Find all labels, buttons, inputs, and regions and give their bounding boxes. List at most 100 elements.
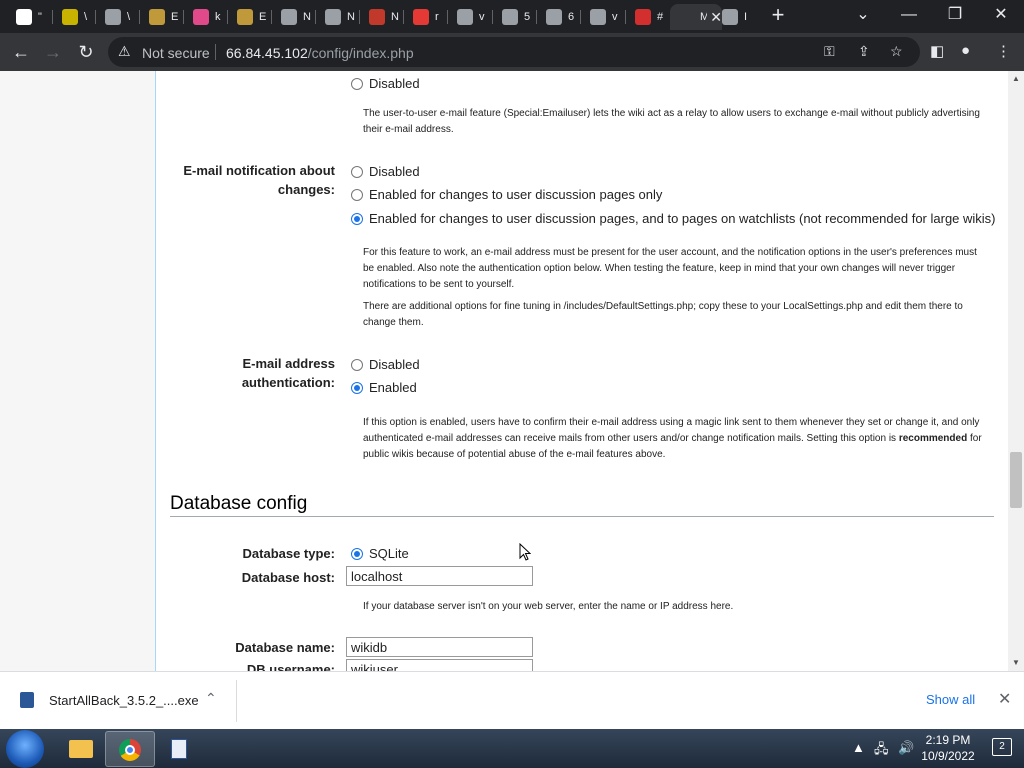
browser-tab[interactable]: r xyxy=(405,4,451,30)
email-notification-radio-1[interactable]: Enabled for changes to user discussion p… xyxy=(351,187,662,202)
scroll-up-arrow-icon[interactable]: ▲ xyxy=(1012,74,1020,83)
radio-button[interactable] xyxy=(351,77,363,90)
email-auth-radio-0[interactable]: Disabled xyxy=(351,357,420,372)
browser-tab[interactable]: 6 xyxy=(538,4,584,30)
tab-title: # xyxy=(657,11,664,23)
database-name-input[interactable] xyxy=(346,637,533,657)
browser-tab[interactable]: E xyxy=(229,4,275,30)
notification-count: 2 xyxy=(999,741,1005,752)
scroll-down-arrow-icon[interactable]: ▼ xyxy=(1012,658,1020,667)
user-email-help: The user-to-user e-mail feature (Special… xyxy=(363,108,980,135)
email-notification-radio-0[interactable]: Disabled xyxy=(351,164,420,179)
radio-button[interactable] xyxy=(351,165,363,178)
browser-tab[interactable]: \ xyxy=(54,4,100,30)
browser-tab[interactable]: E xyxy=(141,4,187,30)
database-host-label: Database host: xyxy=(241,570,335,585)
tab-favicon-icon xyxy=(193,9,209,25)
tab-title: E xyxy=(171,11,179,23)
tab-separator xyxy=(52,10,53,24)
back-button[interactable]: ← xyxy=(8,39,34,65)
tab-favicon-icon xyxy=(325,9,341,25)
volume-icon[interactable]: 🔊 xyxy=(898,740,914,756)
tab-separator xyxy=(227,10,228,24)
notification-help-extra: There are additional options for fine tu… xyxy=(363,301,963,328)
bookmark-star-icon[interactable]: ☆ xyxy=(890,43,903,60)
tab-favicon-icon xyxy=(590,9,606,25)
key-icon[interactable]: ⚿ xyxy=(824,43,835,60)
tab-title: r xyxy=(435,11,439,23)
browser-tab[interactable]: 5 xyxy=(494,4,540,30)
chevron-up-icon[interactable]: ⌃ xyxy=(205,690,217,707)
browser-tab[interactable]: N xyxy=(273,4,319,30)
browser-tab[interactable]: \ xyxy=(97,4,143,30)
browser-tab[interactable]: N xyxy=(317,4,363,30)
radio-label: Disabled xyxy=(369,76,420,91)
tab-title: 6 xyxy=(568,11,575,23)
minimize-button[interactable]: — xyxy=(886,0,932,32)
windows-taskbar: ▲ 🖧 🔊 2:19 PM 10/9/2022 2 xyxy=(0,729,1024,768)
radio-label: Enabled xyxy=(369,380,417,395)
network-icon[interactable]: 🖧 xyxy=(874,740,889,762)
side-panel-icon[interactable]: ◧ xyxy=(930,42,944,60)
profile-icon[interactable]: ● xyxy=(961,42,970,59)
address-divider xyxy=(215,44,216,60)
radio-button[interactable] xyxy=(351,212,363,225)
tab-title: I xyxy=(744,11,748,23)
not-secure-label[interactable]: Not secure xyxy=(142,45,210,61)
browser-tab[interactable]: " xyxy=(8,4,54,30)
tab-separator xyxy=(536,10,537,24)
browser-tab[interactable]: N xyxy=(361,4,407,30)
database-host-input[interactable] xyxy=(346,566,533,586)
radio-button[interactable] xyxy=(351,547,363,560)
email-notification-radio-2[interactable]: Enabled for changes to user discussion p… xyxy=(351,211,996,226)
reload-button[interactable]: ↻ xyxy=(73,39,99,65)
tab-title: N xyxy=(347,11,355,23)
restore-button[interactable]: ❐ xyxy=(932,0,978,32)
share-icon[interactable]: ⇪ xyxy=(858,43,870,60)
tab-title: N xyxy=(303,11,311,23)
tab-favicon-icon xyxy=(237,9,253,25)
tab-search-button[interactable]: ⌄ xyxy=(840,0,886,32)
chrome-taskbar-icon[interactable] xyxy=(105,731,155,767)
url-text[interactable]: 66.84.45.102/config/index.php xyxy=(226,45,414,61)
download-filename[interactable]: StartAllBack_3.5.2_....exe xyxy=(49,693,199,708)
address-bar[interactable]: ⚠ Not secure 66.84.45.102/config/index.p… xyxy=(108,37,920,67)
installer-taskbar-icon[interactable] xyxy=(155,731,205,767)
scrollbar-thumb[interactable] xyxy=(1010,452,1022,508)
browser-tab[interactable]: k xyxy=(185,4,231,30)
tab-title: E xyxy=(259,11,267,23)
database-type-sqlite-radio[interactable]: SQLite xyxy=(351,546,409,561)
browser-tab[interactable]: v xyxy=(449,4,495,30)
tab-title: v xyxy=(479,11,485,23)
start-button[interactable] xyxy=(6,730,44,768)
radio-button[interactable] xyxy=(351,188,363,201)
file-explorer-icon[interactable] xyxy=(56,731,106,767)
tab-favicon-icon xyxy=(635,9,651,25)
browser-tab[interactable]: # xyxy=(627,4,673,30)
installer-file-icon[interactable] xyxy=(20,692,34,708)
user-email-disabled-radio[interactable]: Disabled xyxy=(351,76,420,91)
radio-label: Disabled xyxy=(369,357,420,372)
radio-button[interactable] xyxy=(351,381,363,394)
close-window-button[interactable]: ✕ xyxy=(978,0,1024,32)
radio-button[interactable] xyxy=(351,358,363,371)
email-auth-radio-1[interactable]: Enabled xyxy=(351,380,417,395)
warning-icon[interactable]: ⚠ xyxy=(118,43,131,60)
show-hidden-icons-icon[interactable]: ▲ xyxy=(852,740,865,755)
db-username-input[interactable] xyxy=(346,659,533,671)
tab-strip: " \ \ Ek E N N Nr v 5 6 v # M ✕ I + ⌄ — ❐ ✕ xyxy=(0,0,1024,33)
show-all-button[interactable]: Show all xyxy=(926,692,975,707)
tab-separator xyxy=(625,10,626,24)
forward-button[interactable]: → xyxy=(40,39,66,65)
new-tab-button[interactable]: + xyxy=(766,4,790,28)
browser-tab[interactable]: I xyxy=(714,4,760,30)
tab-separator xyxy=(139,10,140,24)
menu-icon[interactable]: ⋮ xyxy=(996,42,1011,60)
system-clock[interactable]: 2:19 PM 10/9/2022 xyxy=(918,732,978,764)
close-shelf-icon[interactable]: ✕ xyxy=(998,689,1011,709)
notification-center-icon[interactable]: 2 xyxy=(992,738,1012,756)
database-host-help: If your database server isn't on your we… xyxy=(363,601,734,612)
vertical-scrollbar[interactable]: ▲ ▼ xyxy=(1008,71,1024,671)
auth-help-bold: recommended xyxy=(898,433,968,444)
browser-tab[interactable]: v xyxy=(582,4,628,30)
